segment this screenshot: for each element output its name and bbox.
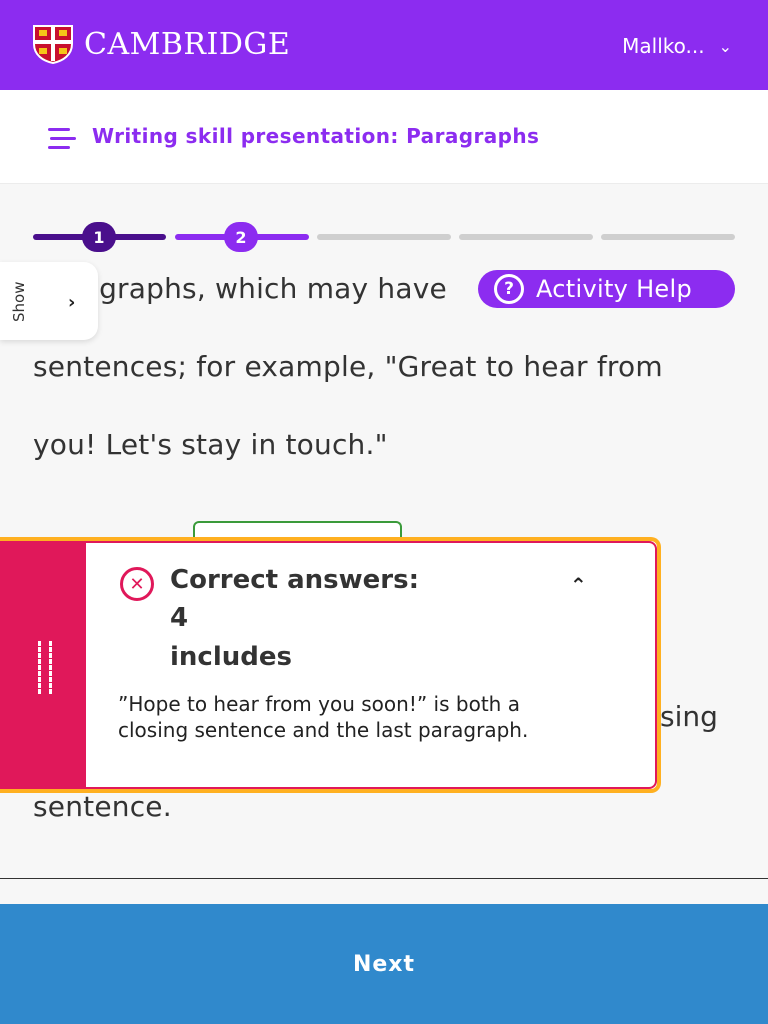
progress-segment-4 xyxy=(459,234,593,240)
user-menu[interactable]: Mallko... ⌄ xyxy=(622,34,732,58)
question-icon: ? xyxy=(494,274,524,304)
activity-title-bar: Writing skill presentation: Paragraphs xyxy=(0,90,768,184)
chevron-right-icon: › xyxy=(68,292,76,313)
next-label: Next xyxy=(352,951,416,977)
feedback-panel: ✕ Correct answers: 4 includes ⌃ ”Hope to… xyxy=(0,537,661,793)
feedback-title: Correct answers: xyxy=(170,565,419,595)
step-1-indicator[interactable]: 1 xyxy=(82,222,116,252)
show-label: Show xyxy=(10,281,28,322)
feedback-drag-handle[interactable] xyxy=(0,541,86,789)
progress-segment-5 xyxy=(601,234,735,240)
activity-help-label: Activity Help xyxy=(536,275,692,303)
collapse-caret-icon[interactable]: ⌃ xyxy=(570,573,587,597)
content-line-5: sentence. xyxy=(33,790,172,823)
content-line-2: sentences; for example, "Great to hear f… xyxy=(33,350,663,383)
user-name: Mallko... xyxy=(622,34,705,58)
cambridge-logo[interactable]: CAMBRIDGE xyxy=(32,24,290,64)
feedback-answer-count: 4 xyxy=(170,603,189,633)
progress-stepper: 1 2 xyxy=(33,222,735,252)
top-bar: CAMBRIDGE Mallko... ⌄ xyxy=(0,0,768,90)
content-line-4: sing xyxy=(660,700,718,733)
grip-icon xyxy=(38,641,52,693)
feedback-answer-kind: includes xyxy=(170,642,292,672)
footer-divider xyxy=(0,878,768,879)
activity-help-button[interactable]: ? Activity Help xyxy=(478,270,735,308)
content-line-1: ragraphs, which may have xyxy=(70,272,447,305)
step-2-indicator[interactable]: 2 xyxy=(224,222,258,252)
brand-name: CAMBRIDGE xyxy=(84,26,291,62)
show-panel-tab[interactable]: Show › xyxy=(0,262,98,340)
menu-icon[interactable] xyxy=(48,128,76,150)
incorrect-icon: ✕ xyxy=(120,567,154,601)
progress-segment-3 xyxy=(317,234,451,240)
content-line-3: you! Let's stay in touch." xyxy=(33,428,388,461)
chevron-down-icon: ⌄ xyxy=(718,36,732,56)
cambridge-shield-icon xyxy=(32,24,74,64)
next-button[interactable]: Next xyxy=(0,904,768,1024)
feedback-explanation: ”Hope to hear from you soon!” is both a … xyxy=(118,692,529,742)
page-title: Writing skill presentation: Paragraphs xyxy=(92,124,540,148)
